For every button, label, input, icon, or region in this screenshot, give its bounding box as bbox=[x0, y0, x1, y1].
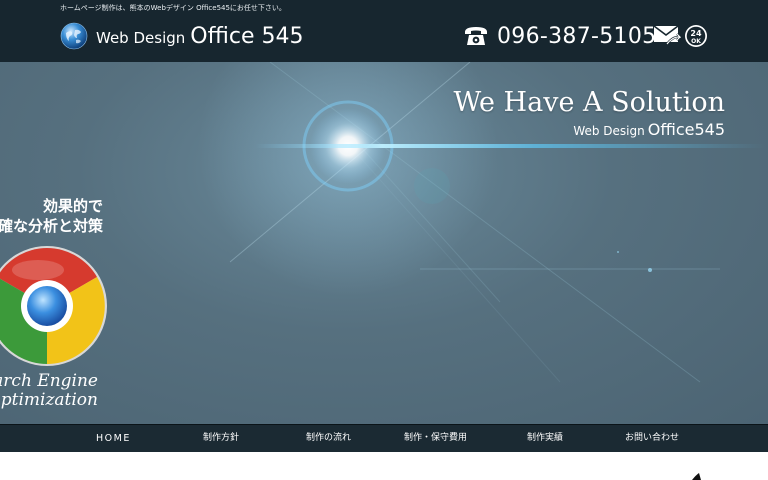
globe-icon bbox=[60, 22, 88, 50]
phone-contact[interactable]: 096-387-5105 bbox=[463, 20, 656, 52]
nav-item-pricing[interactable]: 制作・保守費用 bbox=[404, 425, 467, 452]
seo-caption-line2: ptimization bbox=[0, 390, 98, 410]
content-area bbox=[0, 452, 768, 480]
nav-item-home[interactable]: HOME bbox=[96, 425, 131, 452]
chrome-icon bbox=[0, 246, 107, 366]
site-header: ホームページ制作は、熊本のWebデザイン Office545にお任せ下さい。 W… bbox=[0, 0, 768, 63]
hero-subtitle-small: Web Design bbox=[573, 124, 645, 138]
nav-item-portfolio[interactable]: 制作実績 bbox=[527, 425, 563, 452]
ok-label: OK bbox=[691, 38, 701, 45]
nav-item-flow[interactable]: 制作の流れ bbox=[306, 425, 351, 452]
site-logo[interactable]: Web Design Office 545 bbox=[60, 21, 303, 51]
main-nav: HOME 制作方針 制作の流れ 制作・保守費用 制作実績 お問い合わせ bbox=[0, 424, 768, 452]
hero-title: We Have A Solution bbox=[453, 87, 725, 118]
seo-heading-line1: 効果的で bbox=[42, 197, 103, 215]
hero-banner: We Have A Solution Web Design Office545 効… bbox=[0, 62, 768, 424]
phone-number: 096-387-5105 bbox=[497, 23, 657, 49]
seo-heading: 効果的で 確な分析と対策 bbox=[0, 196, 103, 236]
decorative-mark-icon bbox=[692, 473, 701, 480]
page: ホームページ制作は、熊本のWebデザイン Office545にお任せ下さい。 W… bbox=[0, 0, 768, 480]
seo-caption-line1: arch Engine bbox=[0, 371, 98, 391]
logo-text-small: Web Design bbox=[96, 28, 186, 47]
hero-subtitle-big: Office545 bbox=[647, 120, 725, 139]
nav-item-contact[interactable]: お問い合わせ bbox=[625, 425, 679, 452]
hero-subtitle: Web Design Office545 bbox=[573, 120, 725, 139]
logo-text-big: Office 545 bbox=[190, 23, 304, 49]
seo-caption: arch Engine ptimization bbox=[0, 372, 98, 410]
mail-icon[interactable] bbox=[653, 24, 681, 46]
phone-icon bbox=[465, 27, 487, 45]
24h-label: 24 bbox=[690, 29, 702, 38]
24h-ok-icon: 24 OK bbox=[685, 25, 707, 47]
site-tagline: ホームページ制作は、熊本のWebデザイン Office545にお任せ下さい。 bbox=[60, 4, 286, 12]
seo-heading-line2: 確な分析と対策 bbox=[0, 217, 103, 235]
nav-item-policy[interactable]: 制作方針 bbox=[203, 425, 239, 452]
